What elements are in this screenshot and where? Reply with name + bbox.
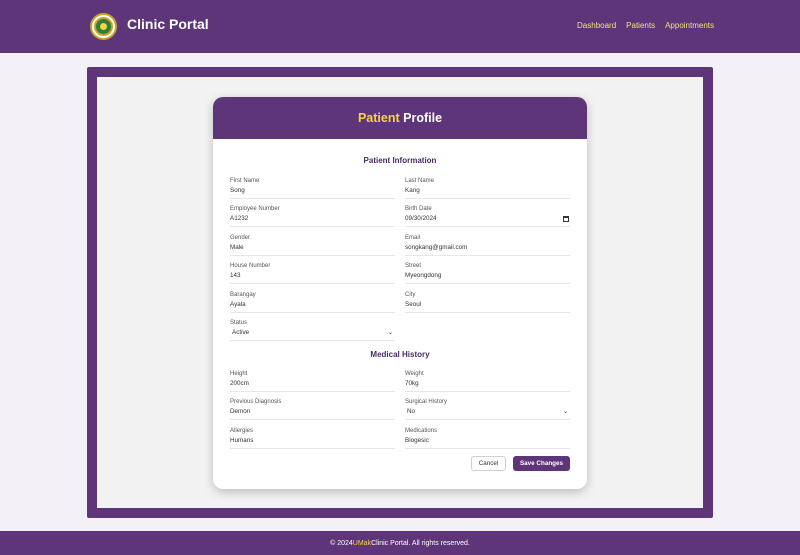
footer-brand: UMak: [352, 539, 372, 547]
brand-title[interactable]: Clinic Portal: [127, 16, 209, 32]
city-input[interactable]: Seoul: [405, 299, 570, 310]
status-select[interactable]: Active: [230, 327, 395, 338]
status-label: Status: [230, 320, 248, 326]
street-field[interactable]: Street Myeongdong: [405, 262, 570, 284]
barangay-input[interactable]: Ayala: [230, 299, 395, 310]
calendar-icon[interactable]: [563, 216, 569, 222]
chevron-down-icon[interactable]: ⌄: [563, 408, 568, 415]
height-input[interactable]: 200cm: [230, 378, 395, 389]
employee-number-input[interactable]: A1232: [230, 213, 395, 224]
medications-label: Medications: [405, 428, 438, 434]
last-name-field[interactable]: Last Name Kang: [405, 177, 570, 199]
street-input[interactable]: Myeongdong: [405, 270, 570, 281]
weight-input[interactable]: 70kg: [405, 378, 570, 389]
card-header: Patient Profile: [213, 97, 587, 139]
barangay-field[interactable]: Barangay Ayala: [230, 291, 395, 313]
first-name-label: First Name: [230, 178, 260, 184]
medications-field[interactable]: Medications Biogesic: [405, 427, 570, 449]
previous-diagnosis-label: Previous Diagnosis: [230, 399, 282, 405]
section-title-patient-info: Patient Information: [363, 156, 437, 165]
house-number-label: House Number: [230, 263, 271, 269]
section-title-medical-history: Medical History: [370, 350, 430, 359]
surgical-history-label: Surgical History: [405, 399, 448, 405]
last-name-input[interactable]: Kang: [405, 185, 570, 196]
nav-appointments[interactable]: Appointments: [665, 21, 714, 30]
nav-dashboard[interactable]: Dashboard: [577, 21, 616, 30]
gender-input[interactable]: Male: [230, 242, 395, 253]
gender-label: Gender: [230, 235, 251, 241]
house-number-field[interactable]: House Number 143: [230, 262, 395, 284]
height-label: Height: [230, 371, 248, 377]
height-field[interactable]: Height 200cm: [230, 370, 395, 392]
weight-field[interactable]: Weight 70kg: [405, 370, 570, 392]
weight-label: Weight: [405, 371, 424, 377]
page-title: Patient Profile: [358, 111, 442, 125]
chevron-down-icon[interactable]: ⌄: [388, 329, 393, 336]
clinic-logo-icon[interactable]: [90, 13, 117, 40]
save-changes-button[interactable]: Save Changes: [513, 456, 570, 471]
street-label: Street: [405, 263, 422, 269]
city-label: City: [405, 292, 416, 298]
page-title-rest: Profile: [399, 111, 443, 125]
patient-profile-card: Patient Profile Patient Information Firs…: [213, 97, 587, 489]
email-field[interactable]: Email songkang@gmail.com: [405, 234, 570, 256]
employee-number-field[interactable]: Employee Number A1232: [230, 205, 395, 227]
main-nav: Dashboard Patients Appointments: [577, 21, 714, 30]
medications-input[interactable]: Biogesic: [405, 435, 570, 446]
last-name-label: Last Name: [405, 178, 435, 184]
surgical-history-select[interactable]: No: [405, 406, 570, 417]
top-header: Clinic Portal Dashboard Patients Appoint…: [0, 0, 800, 53]
allergies-field[interactable]: Allergies Humans: [230, 427, 395, 449]
gender-field[interactable]: Gender Male: [230, 234, 395, 256]
page-footer: © 2024 UMak Clinic Portal. All rights re…: [0, 531, 800, 555]
footer-prefix: © 2024: [330, 539, 353, 547]
email-label: Email: [405, 235, 421, 241]
previous-diagnosis-field[interactable]: Previous Diagnosis Demon: [230, 398, 395, 420]
first-name-field[interactable]: First Name Song: [230, 177, 395, 199]
email-input[interactable]: songkang@gmail.com: [405, 242, 570, 253]
barangay-label: Barangay: [230, 292, 256, 298]
employee-number-label: Employee Number: [230, 206, 280, 212]
birth-date-label: Birth Date: [405, 206, 432, 212]
birth-date-input[interactable]: 09/30/2024: [405, 213, 570, 224]
surgical-history-field[interactable]: Surgical History No ⌄: [405, 398, 570, 420]
status-field[interactable]: Status Active ⌄: [230, 319, 395, 341]
house-number-input[interactable]: 143: [230, 270, 395, 281]
page-title-highlight: Patient: [357, 111, 400, 125]
previous-diagnosis-input[interactable]: Demon: [230, 406, 395, 417]
cancel-button[interactable]: Cancel: [471, 456, 506, 471]
allergies-input[interactable]: Humans: [230, 435, 395, 446]
footer-suffix: Clinic Portal. All rights reserved.: [371, 539, 470, 547]
first-name-input[interactable]: Song: [230, 185, 395, 196]
birth-date-field[interactable]: Birth Date 09/30/2024: [405, 205, 570, 227]
nav-patients[interactable]: Patients: [626, 21, 655, 30]
city-field[interactable]: City Seoul: [405, 291, 570, 313]
allergies-label: Allergies: [230, 428, 254, 434]
